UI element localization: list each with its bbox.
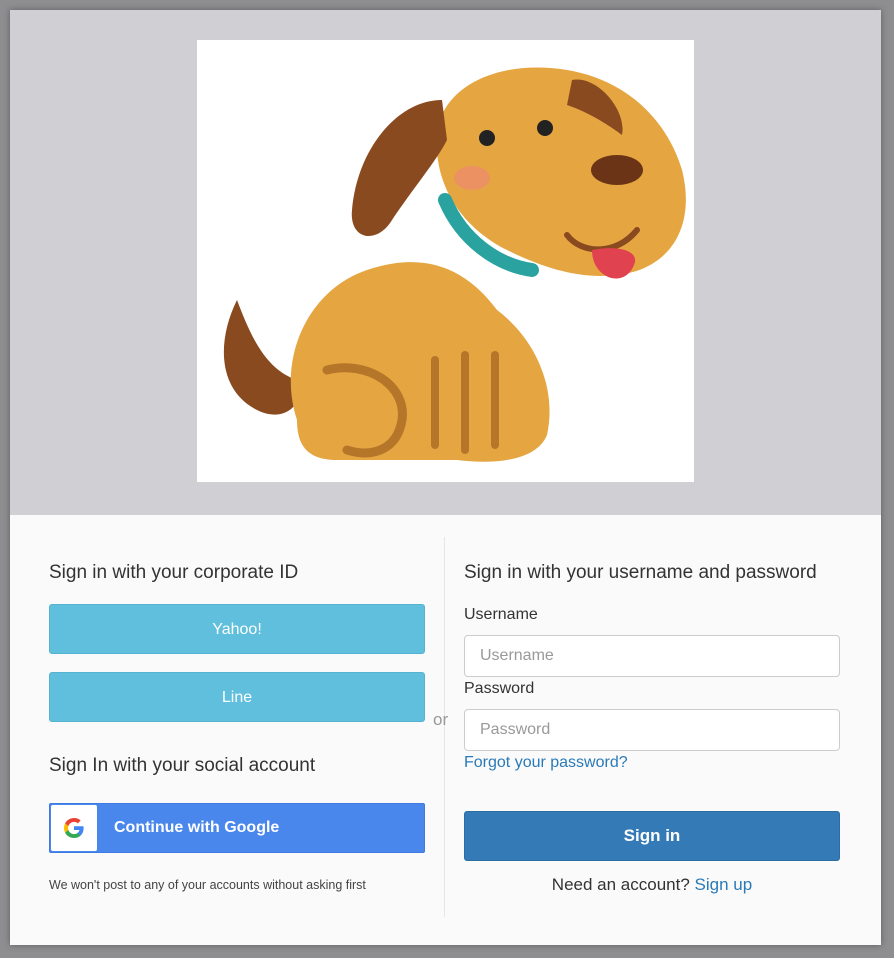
username-label: Username (464, 606, 538, 623)
credentials-section: Sign in with your username and password … (464, 562, 840, 894)
login-panel: or Sign in with your corporate ID Yahoo!… (10, 10, 881, 945)
password-label: Password (464, 680, 535, 697)
signup-prompt: Need an account? (551, 875, 690, 894)
dog-illustration-icon (223, 67, 686, 462)
forgot-password-link[interactable]: Forgot your password? (464, 754, 628, 772)
username-input[interactable] (464, 635, 840, 677)
google-signin-button[interactable]: Continue with Google (49, 803, 425, 853)
identity-providers-section: Sign in with your corporate ID Yahoo! Li… (49, 562, 425, 892)
google-logo-box (51, 805, 97, 851)
signup-link[interactable]: Sign up (695, 875, 753, 894)
signup-prompt-line: Need an account? Sign up (464, 875, 840, 895)
or-separator: or (433, 710, 449, 729)
line-button[interactable]: Line (49, 672, 425, 722)
password-input[interactable] (464, 709, 840, 751)
banner (10, 10, 881, 515)
google-g-icon (64, 818, 84, 838)
signin-button[interactable]: Sign in (464, 811, 840, 861)
corporate-heading: Sign in with your corporate ID (49, 562, 299, 583)
privacy-disclaimer: We won't post to any of your accounts wi… (49, 878, 366, 892)
logo-card (197, 40, 694, 482)
google-button-label: Continue with Google (114, 819, 280, 836)
social-heading: Sign In with your social account (49, 755, 316, 776)
credentials-heading: Sign in with your username and password (464, 562, 817, 583)
yahoo-button[interactable]: Yahoo! (49, 604, 425, 654)
